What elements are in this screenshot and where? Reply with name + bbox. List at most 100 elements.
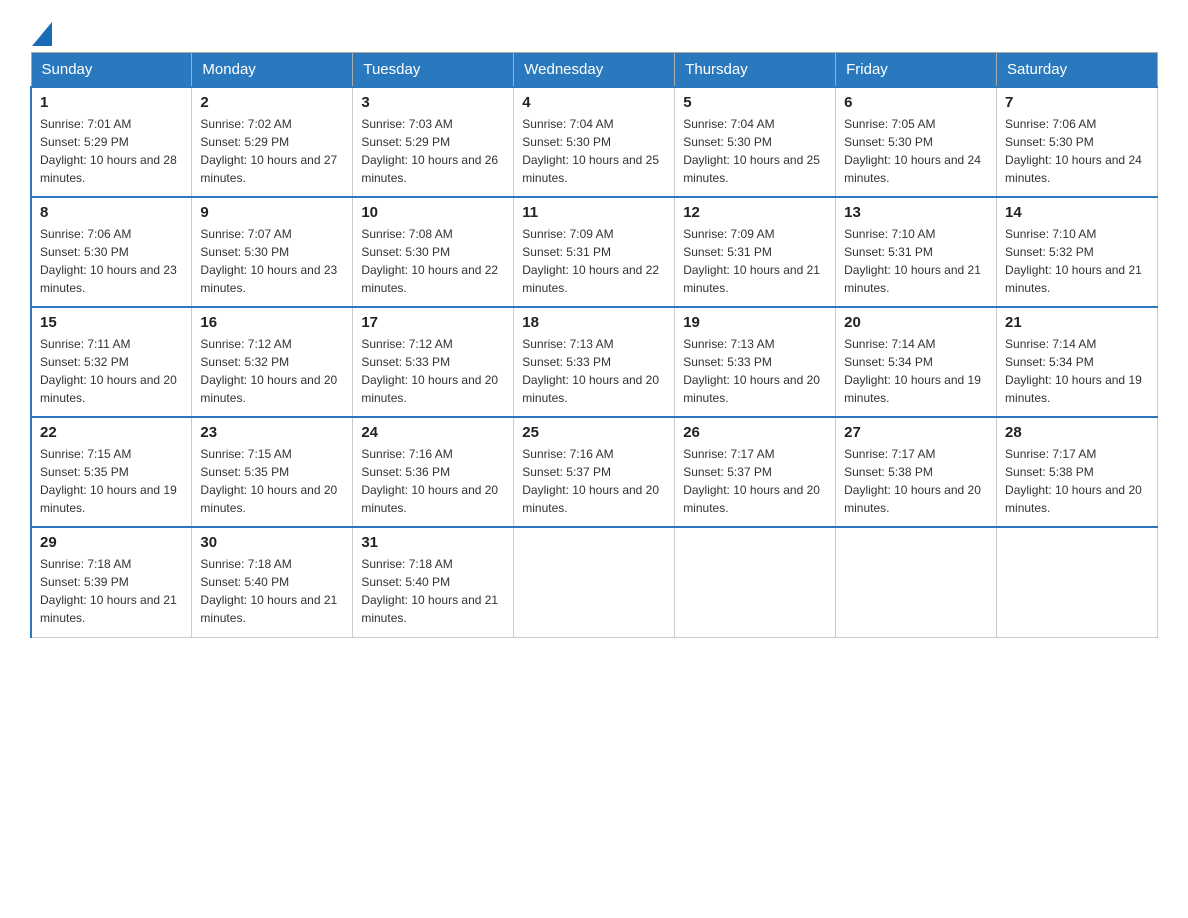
calendar-cell: 14 Sunrise: 7:10 AM Sunset: 5:32 PM Dayl…: [997, 197, 1158, 307]
calendar-cell: [997, 527, 1158, 637]
week-row-5: 29 Sunrise: 7:18 AM Sunset: 5:39 PM Dayl…: [31, 527, 1158, 637]
day-info: Sunrise: 7:15 AM Sunset: 5:35 PM Dayligh…: [40, 445, 183, 517]
calendar-cell: 11 Sunrise: 7:09 AM Sunset: 5:31 PM Dayl…: [514, 197, 675, 307]
column-header-monday: Monday: [192, 53, 353, 88]
day-info: Sunrise: 7:15 AM Sunset: 5:35 PM Dayligh…: [200, 445, 344, 517]
day-info: Sunrise: 7:16 AM Sunset: 5:36 PM Dayligh…: [361, 445, 505, 517]
day-info: Sunrise: 7:17 AM Sunset: 5:38 PM Dayligh…: [1005, 445, 1149, 517]
calendar-cell: 16 Sunrise: 7:12 AM Sunset: 5:32 PM Dayl…: [192, 307, 353, 417]
week-row-2: 8 Sunrise: 7:06 AM Sunset: 5:30 PM Dayli…: [31, 197, 1158, 307]
day-number: 26: [683, 424, 827, 441]
calendar-cell: 13 Sunrise: 7:10 AM Sunset: 5:31 PM Dayl…: [836, 197, 997, 307]
calendar-cell: 31 Sunrise: 7:18 AM Sunset: 5:40 PM Dayl…: [353, 527, 514, 637]
day-info: Sunrise: 7:18 AM Sunset: 5:40 PM Dayligh…: [361, 555, 505, 627]
day-info: Sunrise: 7:18 AM Sunset: 5:40 PM Dayligh…: [200, 555, 344, 627]
day-info: Sunrise: 7:17 AM Sunset: 5:38 PM Dayligh…: [844, 445, 988, 517]
day-info: Sunrise: 7:14 AM Sunset: 5:34 PM Dayligh…: [844, 335, 988, 407]
day-number: 9: [200, 204, 344, 221]
day-number: 25: [522, 424, 666, 441]
calendar-cell: 5 Sunrise: 7:04 AM Sunset: 5:30 PM Dayli…: [675, 87, 836, 197]
day-number: 20: [844, 314, 988, 331]
day-info: Sunrise: 7:09 AM Sunset: 5:31 PM Dayligh…: [683, 225, 827, 297]
day-info: Sunrise: 7:10 AM Sunset: 5:31 PM Dayligh…: [844, 225, 988, 297]
day-info: Sunrise: 7:18 AM Sunset: 5:39 PM Dayligh…: [40, 555, 183, 627]
day-number: 8: [40, 204, 183, 221]
day-number: 28: [1005, 424, 1149, 441]
calendar-cell: 18 Sunrise: 7:13 AM Sunset: 5:33 PM Dayl…: [514, 307, 675, 417]
day-number: 10: [361, 204, 505, 221]
calendar-cell: 4 Sunrise: 7:04 AM Sunset: 5:30 PM Dayli…: [514, 87, 675, 197]
day-info: Sunrise: 7:12 AM Sunset: 5:33 PM Dayligh…: [361, 335, 505, 407]
calendar-cell: 24 Sunrise: 7:16 AM Sunset: 5:36 PM Dayl…: [353, 417, 514, 527]
day-number: 6: [844, 94, 988, 111]
calendar-header-row: SundayMondayTuesdayWednesdayThursdayFrid…: [31, 53, 1158, 88]
page-header: [30, 20, 1158, 42]
calendar-cell: 27 Sunrise: 7:17 AM Sunset: 5:38 PM Dayl…: [836, 417, 997, 527]
calendar-cell: 25 Sunrise: 7:16 AM Sunset: 5:37 PM Dayl…: [514, 417, 675, 527]
day-info: Sunrise: 7:10 AM Sunset: 5:32 PM Dayligh…: [1005, 225, 1149, 297]
day-info: Sunrise: 7:09 AM Sunset: 5:31 PM Dayligh…: [522, 225, 666, 297]
day-info: Sunrise: 7:13 AM Sunset: 5:33 PM Dayligh…: [683, 335, 827, 407]
column-header-tuesday: Tuesday: [353, 53, 514, 88]
column-header-sunday: Sunday: [31, 53, 192, 88]
day-info: Sunrise: 7:13 AM Sunset: 5:33 PM Dayligh…: [522, 335, 666, 407]
day-number: 17: [361, 314, 505, 331]
logo-triangle-icon: [32, 22, 52, 46]
calendar-cell: 8 Sunrise: 7:06 AM Sunset: 5:30 PM Dayli…: [31, 197, 192, 307]
calendar-cell: 30 Sunrise: 7:18 AM Sunset: 5:40 PM Dayl…: [192, 527, 353, 637]
day-info: Sunrise: 7:14 AM Sunset: 5:34 PM Dayligh…: [1005, 335, 1149, 407]
day-number: 18: [522, 314, 666, 331]
day-number: 3: [361, 94, 505, 111]
day-info: Sunrise: 7:06 AM Sunset: 5:30 PM Dayligh…: [1005, 115, 1149, 187]
day-number: 24: [361, 424, 505, 441]
calendar-cell: 7 Sunrise: 7:06 AM Sunset: 5:30 PM Dayli…: [997, 87, 1158, 197]
day-number: 1: [40, 94, 183, 111]
day-info: Sunrise: 7:01 AM Sunset: 5:29 PM Dayligh…: [40, 115, 183, 187]
day-number: 16: [200, 314, 344, 331]
day-info: Sunrise: 7:17 AM Sunset: 5:37 PM Dayligh…: [683, 445, 827, 517]
calendar-cell: [836, 527, 997, 637]
day-number: 2: [200, 94, 344, 111]
calendar-cell: 1 Sunrise: 7:01 AM Sunset: 5:29 PM Dayli…: [31, 87, 192, 197]
calendar-cell: 19 Sunrise: 7:13 AM Sunset: 5:33 PM Dayl…: [675, 307, 836, 417]
day-number: 14: [1005, 204, 1149, 221]
column-header-thursday: Thursday: [675, 53, 836, 88]
calendar-cell: 12 Sunrise: 7:09 AM Sunset: 5:31 PM Dayl…: [675, 197, 836, 307]
day-number: 31: [361, 534, 505, 551]
day-number: 7: [1005, 94, 1149, 111]
day-number: 15: [40, 314, 183, 331]
day-number: 29: [40, 534, 183, 551]
day-number: 4: [522, 94, 666, 111]
day-info: Sunrise: 7:08 AM Sunset: 5:30 PM Dayligh…: [361, 225, 505, 297]
day-info: Sunrise: 7:11 AM Sunset: 5:32 PM Dayligh…: [40, 335, 183, 407]
calendar-cell: 22 Sunrise: 7:15 AM Sunset: 5:35 PM Dayl…: [31, 417, 192, 527]
day-info: Sunrise: 7:12 AM Sunset: 5:32 PM Dayligh…: [200, 335, 344, 407]
column-header-saturday: Saturday: [997, 53, 1158, 88]
calendar-cell: 29 Sunrise: 7:18 AM Sunset: 5:39 PM Dayl…: [31, 527, 192, 637]
day-info: Sunrise: 7:02 AM Sunset: 5:29 PM Dayligh…: [200, 115, 344, 187]
calendar-cell: 3 Sunrise: 7:03 AM Sunset: 5:29 PM Dayli…: [353, 87, 514, 197]
day-info: Sunrise: 7:07 AM Sunset: 5:30 PM Dayligh…: [200, 225, 344, 297]
week-row-3: 15 Sunrise: 7:11 AM Sunset: 5:32 PM Dayl…: [31, 307, 1158, 417]
day-info: Sunrise: 7:06 AM Sunset: 5:30 PM Dayligh…: [40, 225, 183, 297]
day-number: 19: [683, 314, 827, 331]
day-info: Sunrise: 7:03 AM Sunset: 5:29 PM Dayligh…: [361, 115, 505, 187]
calendar-cell: 23 Sunrise: 7:15 AM Sunset: 5:35 PM Dayl…: [192, 417, 353, 527]
calendar-cell: 10 Sunrise: 7:08 AM Sunset: 5:30 PM Dayl…: [353, 197, 514, 307]
day-number: 5: [683, 94, 827, 111]
calendar-table: SundayMondayTuesdayWednesdayThursdayFrid…: [30, 52, 1158, 638]
calendar-cell: 9 Sunrise: 7:07 AM Sunset: 5:30 PM Dayli…: [192, 197, 353, 307]
calendar-cell: 20 Sunrise: 7:14 AM Sunset: 5:34 PM Dayl…: [836, 307, 997, 417]
day-number: 27: [844, 424, 988, 441]
calendar-cell: 2 Sunrise: 7:02 AM Sunset: 5:29 PM Dayli…: [192, 87, 353, 197]
calendar-cell: 21 Sunrise: 7:14 AM Sunset: 5:34 PM Dayl…: [997, 307, 1158, 417]
column-header-friday: Friday: [836, 53, 997, 88]
week-row-1: 1 Sunrise: 7:01 AM Sunset: 5:29 PM Dayli…: [31, 87, 1158, 197]
day-info: Sunrise: 7:04 AM Sunset: 5:30 PM Dayligh…: [683, 115, 827, 187]
calendar-cell: 26 Sunrise: 7:17 AM Sunset: 5:37 PM Dayl…: [675, 417, 836, 527]
day-number: 12: [683, 204, 827, 221]
week-row-4: 22 Sunrise: 7:15 AM Sunset: 5:35 PM Dayl…: [31, 417, 1158, 527]
day-number: 23: [200, 424, 344, 441]
calendar-cell: 28 Sunrise: 7:17 AM Sunset: 5:38 PM Dayl…: [997, 417, 1158, 527]
day-number: 22: [40, 424, 183, 441]
